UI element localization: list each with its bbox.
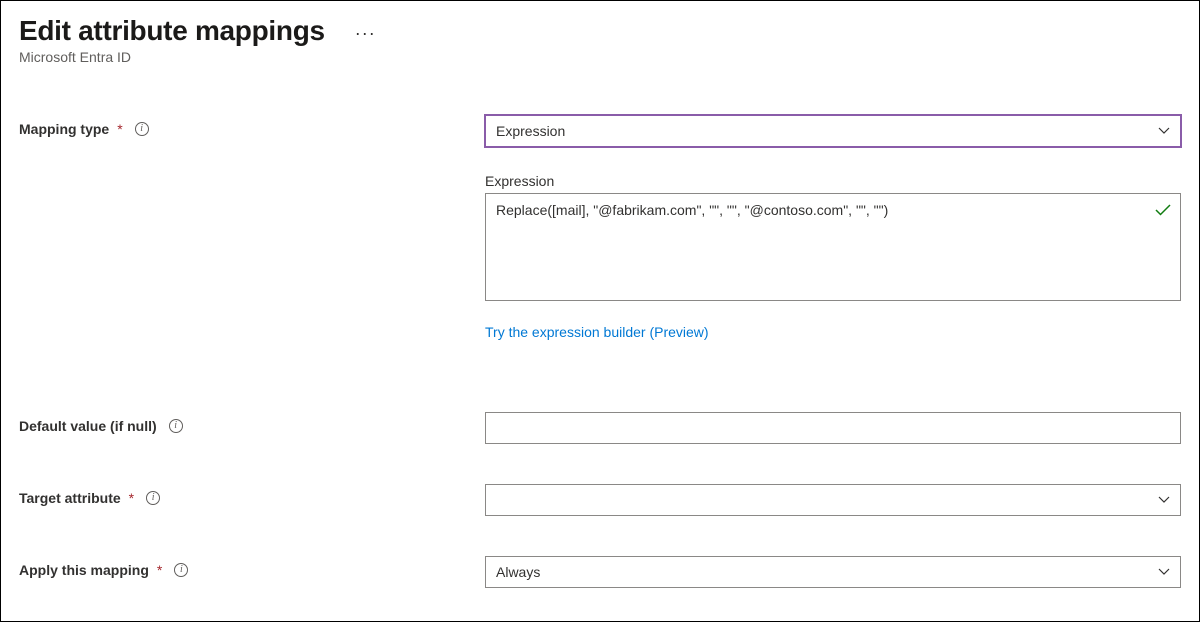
target-attribute-label: Target attribute (19, 490, 121, 506)
info-icon[interactable]: i (169, 419, 183, 433)
target-attribute-select[interactable] (485, 484, 1181, 516)
expression-sub-label: Expression (485, 173, 1181, 189)
required-marker: * (117, 121, 122, 137)
page-subtitle: Microsoft Entra ID (19, 49, 1181, 65)
apply-mapping-select[interactable]: Always (485, 556, 1181, 588)
default-value-label: Default value (if null) (19, 418, 157, 434)
chevron-down-icon (1158, 568, 1170, 576)
apply-mapping-label: Apply this mapping (19, 562, 149, 578)
required-marker: * (129, 490, 134, 506)
page-title: Edit attribute mappings (19, 15, 325, 47)
expression-builder-link[interactable]: Try the expression builder (Preview) (485, 324, 709, 340)
expression-textarea[interactable] (485, 193, 1181, 301)
chevron-down-icon (1158, 127, 1170, 135)
info-icon[interactable]: i (146, 491, 160, 505)
mapping-type-label: Mapping type (19, 121, 109, 137)
apply-mapping-value: Always (496, 564, 540, 580)
required-marker: * (157, 562, 162, 578)
checkmark-icon (1155, 203, 1171, 222)
mapping-type-select[interactable]: Expression (485, 115, 1181, 147)
more-icon[interactable]: ··· (355, 19, 376, 44)
default-value-input[interactable] (485, 412, 1181, 444)
info-icon[interactable]: i (174, 563, 188, 577)
mapping-type-value: Expression (496, 123, 565, 139)
chevron-down-icon (1158, 496, 1170, 504)
info-icon[interactable]: i (135, 122, 149, 136)
